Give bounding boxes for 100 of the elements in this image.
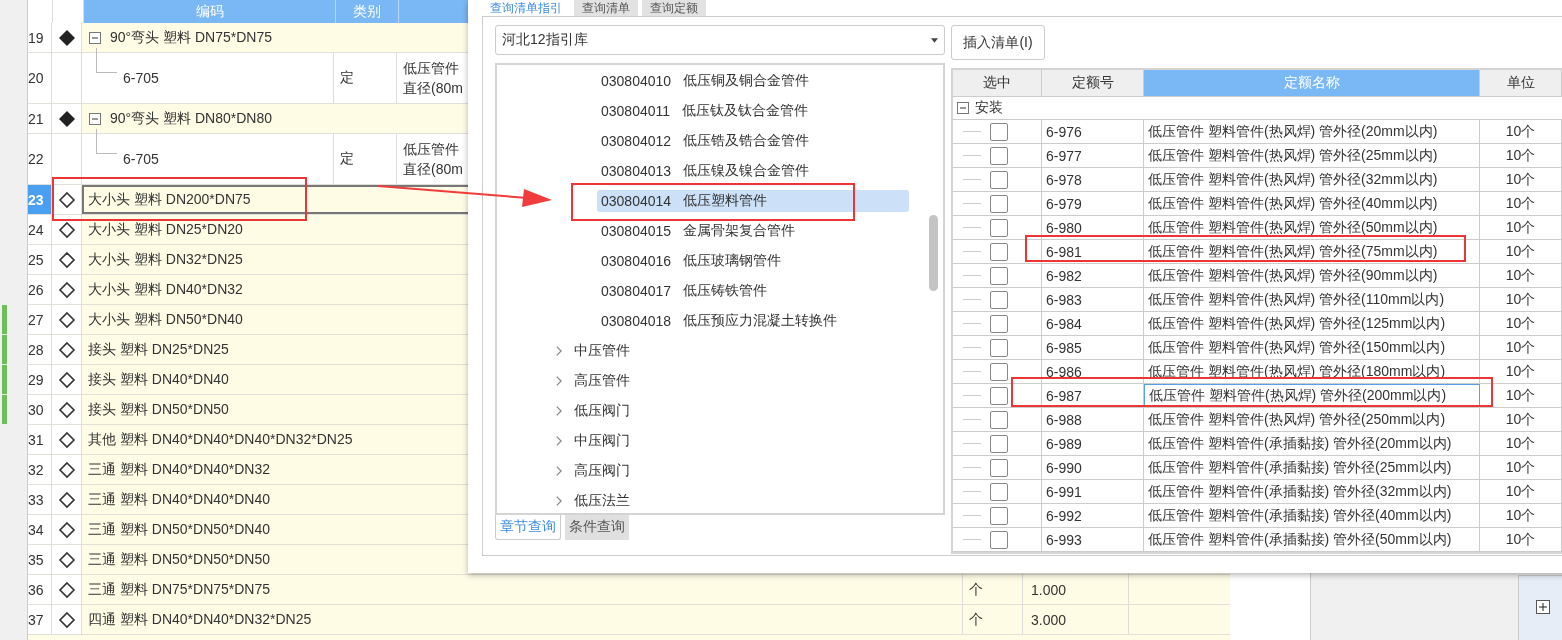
tab[interactable]: 查询清单 bbox=[574, 0, 638, 16]
tree-item[interactable]: 030804011 低压钛及钛合金管件 bbox=[597, 100, 909, 122]
item-name: 大小头 塑料 DN200*DN75 bbox=[88, 190, 251, 209]
unit-cell: 10个 bbox=[1505, 338, 1536, 357]
checkbox[interactable] bbox=[990, 482, 1008, 501]
tree-item[interactable]: 高压管件 bbox=[574, 372, 630, 390]
item-name: 三通 塑料 DN50*DN50*DN40 bbox=[88, 520, 271, 539]
unit-cell: 10个 bbox=[1505, 506, 1536, 525]
tree-item[interactable]: 高压阀门 bbox=[574, 462, 630, 480]
tree-item[interactable]: 030804015 金属骨架复合管件 bbox=[597, 220, 909, 242]
type-cell: 定 bbox=[340, 69, 354, 87]
tree-item[interactable]: 低压阀门 bbox=[574, 402, 630, 420]
quota-code: 6-988 bbox=[1046, 411, 1082, 428]
unit-cell: 10个 bbox=[1505, 314, 1536, 333]
unit-cell: 10个 bbox=[1505, 386, 1536, 405]
tree-item[interactable]: 030804017 低压铸铁管件 bbox=[597, 280, 909, 302]
unit-cell: 10个 bbox=[1505, 242, 1536, 261]
tree-item[interactable]: 030804010 低压铜及铜合金管件 bbox=[597, 70, 909, 92]
checkbox[interactable] bbox=[990, 146, 1008, 165]
row-number: 31 bbox=[28, 425, 52, 454]
unit-cell: 10个 bbox=[1505, 170, 1536, 189]
quantity-cell: 1.000 bbox=[1031, 581, 1067, 598]
checkbox[interactable] bbox=[990, 506, 1008, 525]
library-dropdown[interactable]: 河北12指引库 bbox=[495, 25, 945, 55]
quota-code: 6-991 bbox=[1046, 483, 1082, 500]
row-number: 23 bbox=[28, 185, 52, 214]
collapse-toggle[interactable] bbox=[88, 111, 102, 126]
chevron-right-icon[interactable] bbox=[555, 435, 562, 447]
checkbox[interactable] bbox=[990, 290, 1008, 309]
row-number: 21 bbox=[28, 104, 52, 133]
unit-cell: 10个 bbox=[1505, 410, 1536, 429]
quota-code: 6-977 bbox=[1046, 147, 1082, 164]
tab[interactable]: 章节查询 bbox=[495, 515, 561, 540]
tree-item[interactable]: 030804018 低压预应力混凝土转换件 bbox=[597, 310, 909, 332]
checkbox[interactable] bbox=[990, 458, 1008, 477]
quota-name: 低压管件 塑料管件(热风焊) 管外径(110mm以内) bbox=[1144, 288, 1480, 311]
column-header[interactable]: 选中 bbox=[953, 70, 1042, 96]
unit-cell: 10个 bbox=[1505, 194, 1536, 213]
expand-icon[interactable] bbox=[1536, 600, 1550, 614]
checkbox[interactable] bbox=[990, 242, 1008, 261]
unit-cell: 个 bbox=[969, 580, 983, 599]
unit-cell: 10个 bbox=[1505, 122, 1536, 141]
description-line: 直径(80m bbox=[403, 79, 463, 98]
tree-item[interactable]: 中压阀门 bbox=[574, 432, 630, 450]
chevron-right-icon[interactable] bbox=[555, 375, 562, 387]
item-name: 接头 塑料 DN40*DN40 bbox=[88, 370, 229, 389]
tab[interactable]: 条件查询 bbox=[565, 515, 629, 540]
checkbox[interactable] bbox=[990, 386, 1008, 405]
description-line: 低压管件 bbox=[403, 59, 459, 78]
row-number: 27 bbox=[28, 305, 52, 334]
checkbox[interactable] bbox=[990, 194, 1008, 213]
tree-item[interactable]: 030804013 低压镍及镍合金管件 bbox=[597, 160, 909, 182]
chevron-right-icon[interactable] bbox=[555, 465, 562, 477]
checkbox[interactable] bbox=[990, 218, 1008, 237]
checkbox[interactable] bbox=[990, 266, 1008, 285]
checkbox[interactable] bbox=[990, 338, 1008, 357]
tree-item[interactable]: 030804012 低压锆及锆合金管件 bbox=[597, 130, 909, 152]
tab[interactable]: 查询清单指引 bbox=[482, 0, 570, 16]
checkbox[interactable] bbox=[990, 530, 1008, 549]
row-number: 36 bbox=[28, 575, 52, 604]
chevron-right-icon[interactable] bbox=[555, 345, 562, 357]
tab[interactable]: 查询定额 bbox=[642, 0, 706, 16]
type-cell: 定 bbox=[340, 150, 354, 168]
checkbox[interactable] bbox=[990, 362, 1008, 381]
checkbox[interactable] bbox=[990, 122, 1008, 141]
checkbox[interactable] bbox=[990, 434, 1008, 453]
tree-item[interactable]: 030804016 低压玻璃钢管件 bbox=[597, 250, 909, 272]
collapse-toggle[interactable] bbox=[957, 102, 969, 114]
item-name: 大小头 塑料 DN50*DN40 bbox=[88, 310, 243, 329]
quota-name: 低压管件 塑料管件(承插黏接) 管外径(20mm以内) bbox=[1144, 432, 1480, 455]
row-number: 33 bbox=[28, 485, 52, 514]
unit-cell: 10个 bbox=[1505, 266, 1536, 285]
checkbox[interactable] bbox=[990, 314, 1008, 333]
quota-name: 低压管件 塑料管件(承插黏接) 管外径(25mm以内) bbox=[1144, 456, 1480, 479]
collapse-toggle[interactable] bbox=[88, 30, 102, 45]
tree-item[interactable]: 中压管件 bbox=[574, 342, 630, 360]
row-number: 22 bbox=[28, 134, 52, 184]
checkbox[interactable] bbox=[990, 170, 1008, 189]
unit-cell: 10个 bbox=[1505, 290, 1536, 309]
quota-name: 低压管件 塑料管件(承插黏接) 管外径(32mm以内) bbox=[1144, 480, 1480, 503]
chevron-right-icon[interactable] bbox=[555, 405, 562, 417]
item-name: 90°弯头 塑料 DN80*DN80 bbox=[110, 109, 272, 128]
unit-cell: 10个 bbox=[1505, 362, 1536, 381]
caret-icon bbox=[931, 37, 938, 43]
chevron-right-icon[interactable] bbox=[555, 495, 562, 507]
unit-cell: 个 bbox=[969, 610, 983, 629]
insert-button[interactable]: 插入清单(I) bbox=[951, 25, 1045, 60]
quota-code: 6-987 bbox=[1046, 387, 1082, 404]
item-name: 大小头 塑料 DN32*DN25 bbox=[88, 250, 243, 269]
scrollbar-thumb[interactable] bbox=[929, 215, 938, 291]
quota-name: 低压管件 塑料管件(热风焊) 管外径(20mm以内) bbox=[1144, 120, 1480, 143]
checkbox[interactable] bbox=[990, 410, 1008, 429]
quota-name: 低压管件 塑料管件(热风焊) 管外径(150mm以内) bbox=[1144, 336, 1480, 359]
tree-item[interactable]: 低压法兰 bbox=[574, 492, 630, 510]
column-header[interactable]: 单位 bbox=[1480, 70, 1562, 96]
quota-name: 低压管件 塑料管件(热风焊) 管外径(75mm以内) bbox=[1144, 240, 1480, 263]
tree-item[interactable]: 030804014 低压塑料管件 bbox=[597, 190, 909, 212]
quota-code: 6-980 bbox=[1046, 219, 1082, 236]
row-number: 30 bbox=[28, 395, 52, 424]
item-name: 三通 塑料 DN50*DN50*DN50 bbox=[88, 550, 271, 569]
